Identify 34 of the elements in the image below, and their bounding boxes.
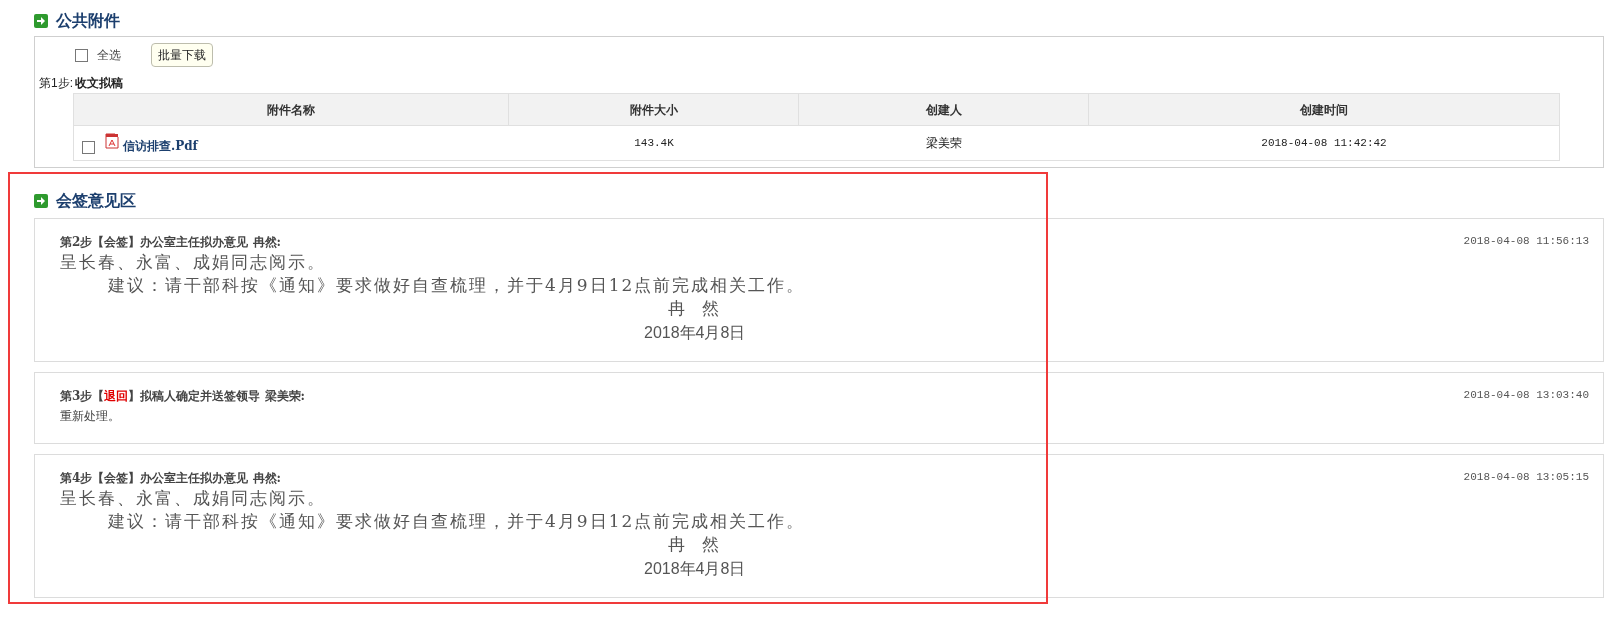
column-header: 创建人 — [799, 94, 1089, 125]
file-link[interactable]: 信访排查.Pdf — [123, 137, 198, 155]
section-title: 会签意见区 — [56, 190, 136, 212]
step-name: 收文拟稿 — [75, 75, 123, 92]
column-header: 附件名称 — [74, 94, 509, 125]
step-label: 第1步: — [39, 75, 73, 92]
opinion-title: 第2步【会签】办公室主任拟办意见 冉然: — [60, 234, 281, 251]
checkbox[interactable] — [82, 140, 95, 154]
section-title: 公共附件 — [56, 10, 120, 32]
signature: 冉 然 — [667, 297, 720, 320]
opinion-title: 第3步【退回】拟稿人确定并送签领导 梁美荣: — [60, 388, 305, 405]
batch-download-button[interactable]: 批量下载 — [151, 43, 213, 67]
table-cell-text: 2018-04-08 11:42:42 — [1260, 135, 1388, 151]
timestamp: 2018-04-08 11:56:13 — [1463, 234, 1589, 249]
arrow-icon — [34, 14, 48, 28]
table-cell-text: 143.4K — [633, 135, 675, 151]
timestamp: 2018-04-08 13:05:15 — [1463, 470, 1589, 485]
opinion-title: 第4步【会签】办公室主任拟办意见 冉然: — [60, 470, 281, 487]
checkbox[interactable] — [75, 48, 88, 62]
arrow-icon — [34, 194, 48, 208]
opinion-text: 建议：请干部科按《通知》要求做好自查梳理，并于4月9日12点前完成相关工作。 — [107, 510, 807, 533]
signature: 冉 然 — [667, 533, 720, 556]
opinion-date: 2018年4月8日 — [643, 323, 747, 343]
opinion-text: 建议：请干部科按《通知》要求做好自查梳理，并于4月9日12点前完成相关工作。 — [107, 274, 807, 297]
checkbox-label: 全选 — [97, 47, 121, 64]
column-header: 附件大小 — [509, 94, 799, 125]
pdf-file-icon — [105, 133, 119, 149]
opinion-text: 呈长春、永富、成娟同志阅示。 — [60, 487, 327, 510]
column-header: 创建时间 — [1299, 101, 1349, 119]
timestamp: 2018-04-08 13:03:40 — [1463, 388, 1589, 403]
opinion-date: 2018年4月8日 — [643, 559, 747, 579]
opinion-text: 呈长春、永富、成娟同志阅示。 — [60, 251, 327, 274]
opinion-text: 重新处理。 — [60, 408, 121, 425]
table-cell-text: 梁美荣 — [925, 135, 963, 152]
